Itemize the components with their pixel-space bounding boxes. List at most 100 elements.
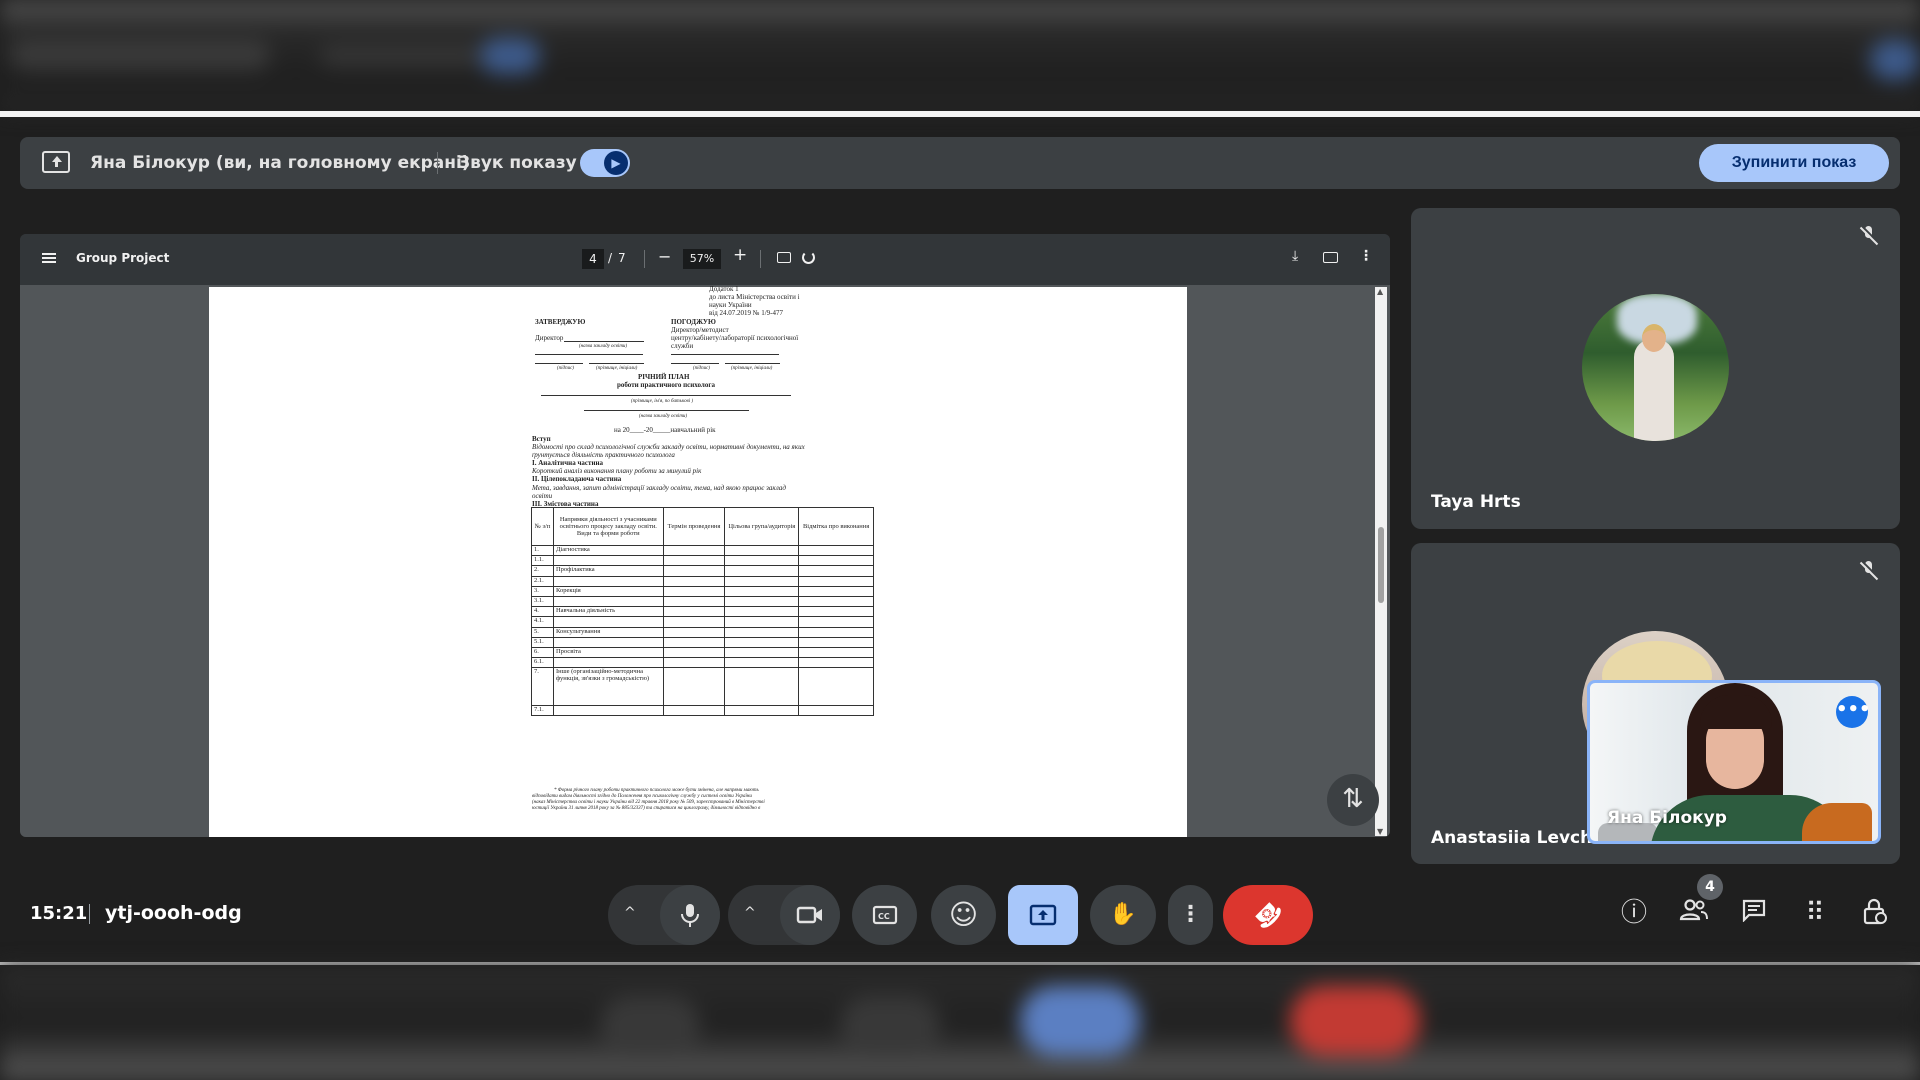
table-row: 5.1. <box>531 636 874 648</box>
table-row: 3. Корекція <box>531 585 874 597</box>
more-options-icon[interactable]: ••• <box>1836 696 1871 728</box>
table-cell <box>724 544 800 557</box>
pdf-scrollbar[interactable]: ▲ ▼ <box>1375 287 1387 836</box>
people-button[interactable] <box>1679 898 1709 928</box>
table-header: Напрямки діяльності з учасниками освітнь… <box>552 507 664 546</box>
pdf-viewport[interactable]: Додаток 1 до листа Міністерства освіти і… <box>20 285 1390 837</box>
scroll-down-arrow[interactable]: ▼ <box>1377 827 1383 836</box>
captions-button[interactable]: CC <box>852 885 917 945</box>
captions-icon: CC <box>872 905 897 925</box>
table-cell <box>724 575 800 587</box>
table-cell <box>662 657 726 669</box>
camera-button[interactable] <box>780 885 840 945</box>
print-icon[interactable] <box>1323 252 1338 263</box>
microphone-button[interactable] <box>660 885 720 945</box>
swap-arrows-icon[interactable]: ⇅ <box>1327 774 1379 826</box>
pdf-page-input[interactable]: 4 <box>582 249 604 269</box>
screen-share-banner: Яна Білокур (ви, на головному екрані) Зв… <box>20 137 1900 189</box>
self-view-name: Яна Білокур <box>1607 808 1727 828</box>
row-number: 1.1. <box>531 555 554 567</box>
table-cell <box>662 616 726 628</box>
blurred-bottom-background <box>0 966 1920 1080</box>
row-number: 5. <box>531 626 554 638</box>
participant-count-badge: 4 <box>1697 874 1723 900</box>
scroll-up-arrow[interactable]: ▲ <box>1377 287 1383 296</box>
more-options-icon[interactable]: ⋮ <box>1359 248 1373 264</box>
table-cell <box>724 595 800 608</box>
table-cell <box>662 544 726 557</box>
table-row: 2. Профілактика <box>531 565 874 577</box>
mic-off-icon <box>1860 561 1878 581</box>
row-number: 4. <box>531 606 554 618</box>
mic-off-icon <box>1860 226 1878 246</box>
table-cell <box>662 606 726 618</box>
table-cell <box>662 626 726 638</box>
meeting-details-button[interactable]: ⓘ <box>1619 898 1649 928</box>
present-now-button[interactable] <box>1008 885 1078 945</box>
rotate-icon[interactable] <box>802 251 815 264</box>
table-cell <box>662 585 726 597</box>
table-row: 6. Просвіта <box>531 646 874 659</box>
table-cell <box>798 636 874 648</box>
host-controls-button[interactable] <box>1860 898 1890 928</box>
audio-settings-chevron-icon[interactable]: ^ <box>624 885 636 941</box>
stop-presenting-button[interactable]: Зупинити показ <box>1699 144 1889 182</box>
table-cell <box>662 646 726 659</box>
activities-button[interactable]: ⠿ <box>1800 898 1830 928</box>
share-sound-label: Звук показу <box>458 153 577 173</box>
participant-tile[interactable]: Taya Hrts <box>1411 208 1900 529</box>
row-activity: Інше (організаційно-методична функція, з… <box>552 667 664 707</box>
row-number: 3.1. <box>531 595 554 608</box>
video-settings-chevron-icon[interactable]: ^ <box>744 885 756 941</box>
zoom-out-icon[interactable]: − <box>658 247 671 266</box>
sign-caption: (підпис) <box>693 366 710 371</box>
table-cell <box>662 667 726 707</box>
name-caption: (прізвище, ініціали) <box>596 366 638 371</box>
plan-table: № з/п Напрямки діяльності з учасниками о… <box>531 507 874 717</box>
table-row: 7. Інше (організаційно-методична функція,… <box>531 667 874 707</box>
row-activity: Навчальна діяльність <box>552 606 664 618</box>
zoom-in-icon[interactable]: + <box>733 245 747 265</box>
row-activity: Корекція <box>552 585 664 597</box>
share-sound-toggle[interactable]: ▶ <box>580 149 630 177</box>
name-caption: (прізвище, ініціали) <box>731 366 773 371</box>
download-icon[interactable]: ⤓ <box>1292 248 1298 264</box>
table-cell <box>724 555 800 567</box>
microphone-controls: ^ <box>608 885 720 945</box>
fit-to-page-icon[interactable] <box>777 252 791 263</box>
row-activity <box>552 705 664 717</box>
presentation-stage: Group Project 4 / 7 − 57% + ⤓ ⋮ Додаток … <box>20 234 1390 837</box>
row-number: 2. <box>531 565 554 577</box>
self-view-tile[interactable]: Яна Білокур ••• <box>1587 680 1881 844</box>
year-line: на 20____-20_____навчальний рік <box>614 426 716 434</box>
pdf-scroll-thumb[interactable] <box>1378 527 1384 603</box>
table-body: 1. Діагностика 1.1. 2. Профілактика 2.1. 3. Кор… <box>531 544 874 717</box>
raise-hand-button[interactable]: ✋ <box>1090 885 1156 945</box>
camera-controls: ^ <box>728 885 840 945</box>
row-number: 6.1. <box>531 657 554 669</box>
bottom-divider <box>0 962 1920 965</box>
table-header: Відмітка про виконання <box>798 507 874 546</box>
pdf-zoom-input[interactable]: 57% <box>683 249 721 269</box>
leave-call-button[interactable]: ☎ <box>1223 885 1313 945</box>
approve-heading: ЗАТВЕРДЖУЮ <box>535 318 586 326</box>
table-cell <box>662 565 726 577</box>
table-row: 4.1. <box>531 616 874 628</box>
table-cell <box>798 575 874 587</box>
table-header: № з/п <box>531 507 554 546</box>
chat-icon <box>1742 899 1766 923</box>
row-activity <box>552 555 664 567</box>
meeting-code: ytj-oooh-odg <box>105 902 242 924</box>
footnote: юстиції України 31 липня 2018 року за № … <box>532 806 761 811</box>
time-separator <box>89 904 90 924</box>
emoji-reactions-button[interactable]: ☺ <box>931 885 996 945</box>
sign-caption: (підпис) <box>557 366 574 371</box>
menu-icon[interactable] <box>42 253 56 263</box>
signature-line <box>671 354 779 355</box>
table-cell <box>724 616 800 628</box>
table-cell <box>724 667 800 707</box>
chat-button[interactable] <box>1739 898 1769 928</box>
name-line <box>541 395 791 396</box>
more-options-button[interactable]: ⋮ <box>1168 885 1213 945</box>
meeting-time: 15:21 <box>30 903 88 924</box>
